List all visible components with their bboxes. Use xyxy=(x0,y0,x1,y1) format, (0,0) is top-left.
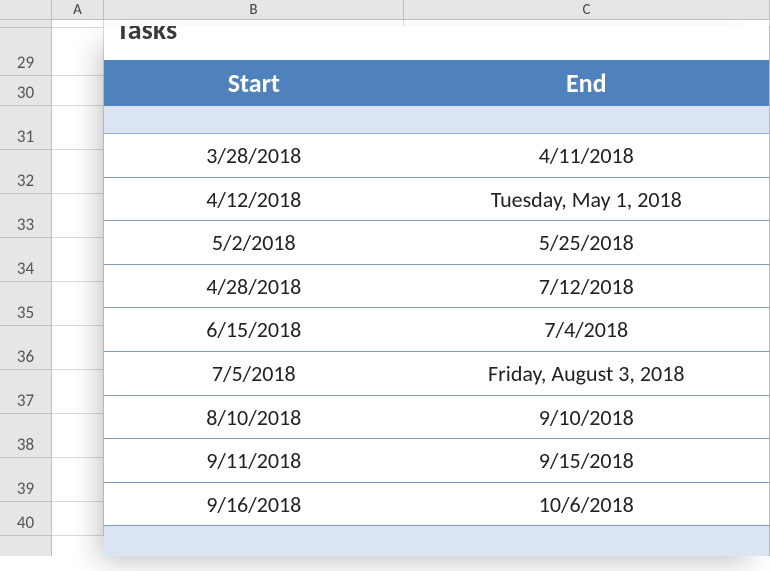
header-end[interactable]: End xyxy=(404,60,769,106)
table-title-cropped: Tasks xyxy=(104,26,769,60)
cell-end[interactable]: 7/4/2018 xyxy=(404,308,769,351)
cell-a36[interactable] xyxy=(52,326,104,370)
cell-a31[interactable] xyxy=(52,106,104,150)
table-subheader-band xyxy=(104,106,769,134)
cell-end[interactable]: 9/10/2018 xyxy=(404,396,769,439)
cell-start[interactable]: 7/5/2018 xyxy=(104,352,404,395)
header-start[interactable]: Start xyxy=(104,60,404,106)
cell-a39[interactable] xyxy=(52,458,104,502)
cell-start[interactable]: 8/10/2018 xyxy=(104,396,404,439)
column-header-a[interactable]: A xyxy=(52,0,104,19)
row-header-30[interactable]: 30 xyxy=(0,76,51,106)
row-header-31[interactable]: 31 xyxy=(0,106,51,150)
table-row[interactable]: 4/12/2018 Tuesday, May 1, 2018 xyxy=(104,178,769,222)
row-header-36[interactable]: 36 xyxy=(0,326,51,370)
cell-end[interactable]: 9/15/2018 xyxy=(404,439,769,482)
row-header-37[interactable]: 37 xyxy=(0,370,51,414)
cell-a38[interactable] xyxy=(52,414,104,458)
table-row[interactable]: 8/10/2018 9/10/2018 xyxy=(104,396,769,440)
cell-start[interactable]: 4/12/2018 xyxy=(104,178,404,221)
column-header-b[interactable]: B xyxy=(104,0,404,19)
cell-end[interactable]: Tuesday, May 1, 2018 xyxy=(404,178,769,221)
cell-start[interactable]: 5/2/2018 xyxy=(104,221,404,264)
select-all-corner[interactable] xyxy=(0,0,52,19)
row-header-28[interactable] xyxy=(0,20,51,28)
cell-start[interactable]: 3/28/2018 xyxy=(104,134,404,177)
table-body: 3/28/2018 4/11/2018 4/12/2018 Tuesday, M… xyxy=(104,134,769,526)
cell-a35[interactable] xyxy=(52,282,104,326)
table-header-row: Start End xyxy=(104,60,769,106)
row-header-35[interactable]: 35 xyxy=(0,282,51,326)
table-row[interactable]: 3/28/2018 4/11/2018 xyxy=(104,134,769,178)
table-row[interactable]: 9/16/2018 10/6/2018 xyxy=(104,483,769,527)
table-row[interactable]: 5/2/2018 5/25/2018 xyxy=(104,221,769,265)
cell-end[interactable]: 10/6/2018 xyxy=(404,483,769,526)
cell-start[interactable]: 4/28/2018 xyxy=(104,265,404,308)
row-header-41[interactable] xyxy=(0,536,51,556)
table-row[interactable]: 4/28/2018 7/12/2018 xyxy=(104,265,769,309)
column-header-row: A B C xyxy=(0,0,770,20)
cell-a29[interactable] xyxy=(52,28,104,76)
cell-a40[interactable] xyxy=(52,502,104,536)
cell-a30[interactable] xyxy=(52,76,104,106)
row-header-29[interactable]: 29 xyxy=(0,28,51,76)
cell-end[interactable]: Friday, August 3, 2018 xyxy=(404,352,769,395)
column-header-c[interactable]: C xyxy=(404,0,770,19)
row-header-40[interactable]: 40 xyxy=(0,502,51,536)
table-footer-band xyxy=(104,526,769,556)
table-row[interactable]: 7/5/2018 Friday, August 3, 2018 xyxy=(104,352,769,396)
cell-start[interactable]: 9/11/2018 xyxy=(104,439,404,482)
row-header-34[interactable]: 34 xyxy=(0,238,51,282)
cell-start[interactable]: 9/16/2018 xyxy=(104,483,404,526)
cell-end[interactable]: 4/11/2018 xyxy=(404,134,769,177)
row-header-33[interactable]: 33 xyxy=(0,194,51,238)
row-header-strip: 29 30 31 32 33 34 35 36 37 38 39 40 xyxy=(0,20,52,556)
row-header-32[interactable]: 32 xyxy=(0,150,51,194)
row-header-39[interactable]: 39 xyxy=(0,458,51,502)
cell-start[interactable]: 6/15/2018 xyxy=(104,308,404,351)
table-row[interactable]: 9/11/2018 9/15/2018 xyxy=(104,439,769,483)
data-table: Tasks Start End 3/28/2018 4/11/2018 4/12… xyxy=(104,26,770,556)
table-row[interactable]: 6/15/2018 7/4/2018 xyxy=(104,308,769,352)
cell-a32[interactable] xyxy=(52,150,104,194)
cell-a34[interactable] xyxy=(52,238,104,282)
spreadsheet-view: A B C 29 30 31 32 33 34 35 36 37 38 39 4… xyxy=(0,0,770,571)
cell-a37[interactable] xyxy=(52,370,104,414)
cell-end[interactable]: 5/25/2018 xyxy=(404,221,769,264)
cell-a33[interactable] xyxy=(52,194,104,238)
row-header-38[interactable]: 38 xyxy=(0,414,51,458)
cell-end[interactable]: 7/12/2018 xyxy=(404,265,769,308)
